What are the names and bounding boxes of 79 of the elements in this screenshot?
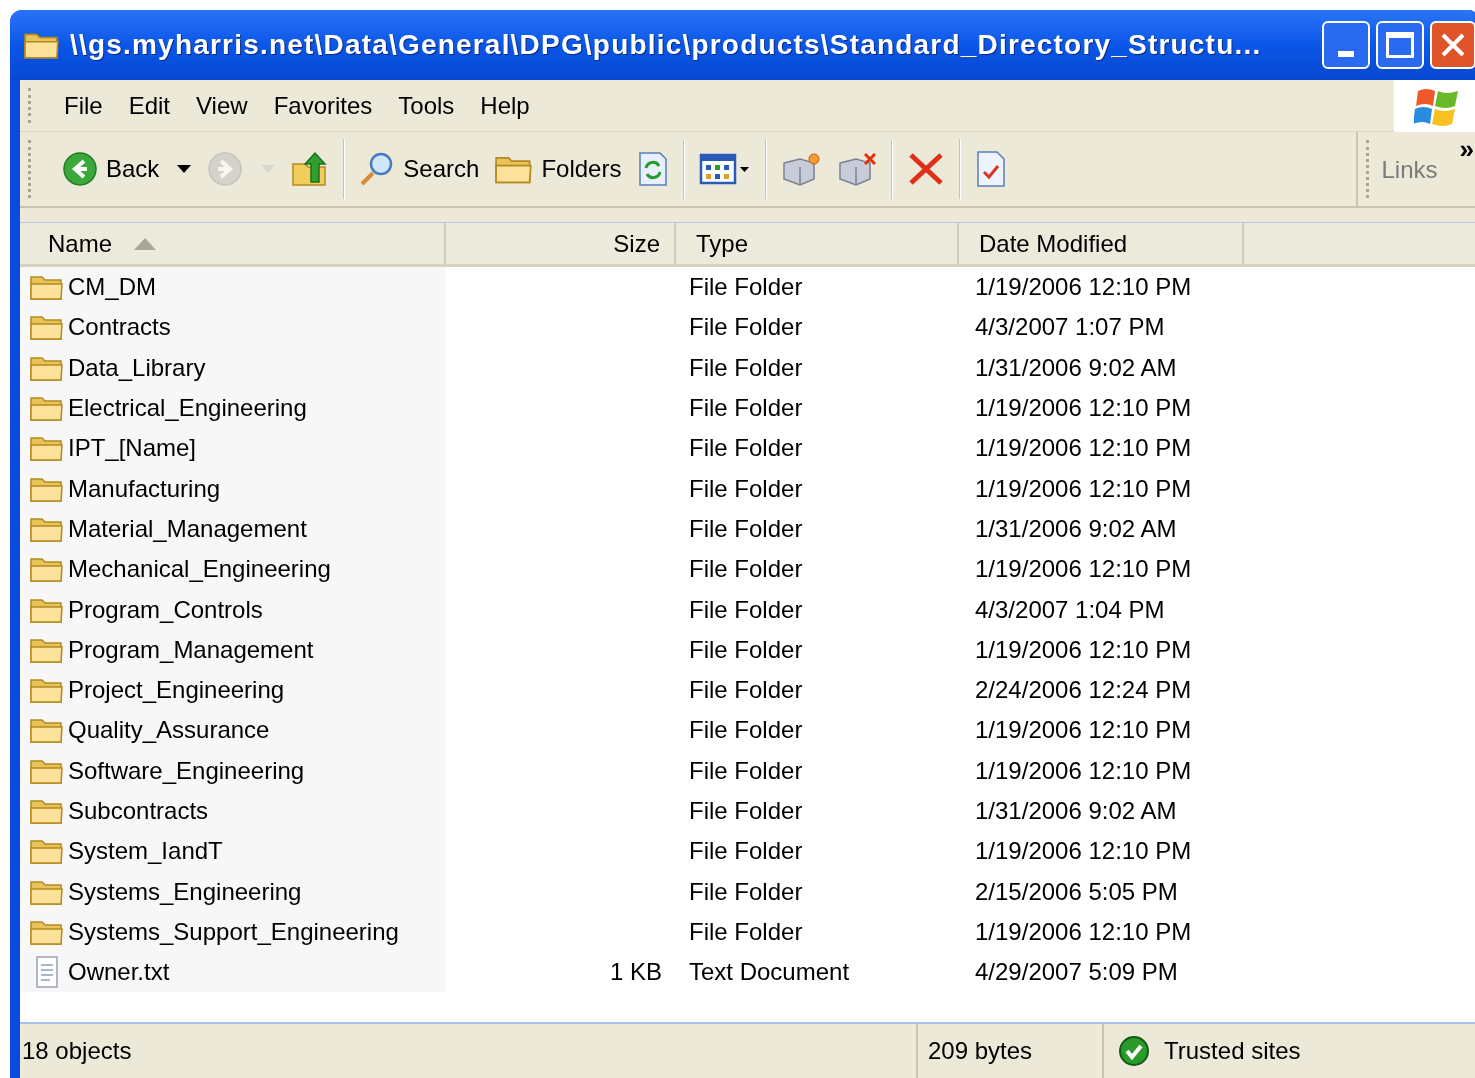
status-text: 209 bytes	[928, 1036, 1033, 1066]
search-button[interactable]: Search	[351, 141, 488, 197]
close-button[interactable]	[1430, 21, 1475, 69]
views-icon	[699, 152, 752, 186]
folder-icon	[30, 676, 64, 705]
folder-icon	[30, 394, 64, 423]
folders-button[interactable]: Folders	[487, 141, 630, 197]
table-cell: File Folder	[689, 273, 803, 301]
table-cell: File Folder	[689, 756, 803, 784]
text-file-icon	[33, 956, 61, 989]
table-cell: 1/31/2006 9:02 AM	[975, 514, 1177, 542]
table-cell: File Folder	[689, 555, 803, 583]
table-cell: File Folder	[689, 635, 803, 663]
table-cell: File Folder	[689, 434, 803, 462]
sort-arrow-icon	[134, 237, 157, 250]
table-cell: 1/19/2006 12:10 PM	[975, 716, 1192, 744]
table-cell: File Folder	[689, 595, 803, 623]
table-cell: 4/29/2007 5:09 PM	[975, 958, 1178, 986]
column-header[interactable]: Type	[676, 223, 959, 264]
folder-icon	[30, 837, 64, 866]
sync-icon	[637, 151, 670, 187]
menu-item[interactable]: Tools	[388, 87, 465, 124]
table-cell: File Folder	[689, 474, 803, 502]
table-cell: 1/19/2006 12:10 PM	[975, 635, 1192, 663]
table-cell: File Folder	[689, 313, 803, 341]
chevron-button[interactable]: »	[1459, 136, 1474, 162]
window-title: \\gs.myharris.net\Data\General\DPG\public\products\Standard_Directory_Structu...	[70, 28, 1262, 62]
table-cell: File Folder	[689, 877, 803, 905]
table-cell: File Folder	[689, 394, 803, 422]
menu-item[interactable]: Edit	[118, 87, 181, 124]
table-cell: 1/31/2006 9:02 AM	[975, 797, 1177, 824]
minimize-button[interactable]	[1322, 21, 1370, 69]
column-header[interactable]: Date Modified	[959, 223, 1244, 264]
file-name[interactable]: CM_DM	[68, 269, 156, 306]
column-header[interactable]: Size	[446, 223, 676, 264]
table-cell: 4/3/2007 1:07 PM	[975, 313, 1165, 341]
table-cell: 1/19/2006 12:10 PM	[975, 837, 1192, 865]
copy-to-icon	[837, 151, 878, 187]
table-cell: File Folder	[689, 716, 803, 744]
table-cell: 2/15/2006 5:05 PM	[975, 877, 1178, 905]
table-cell-text: 1 KB	[609, 957, 662, 988]
table-cell: File Folder	[689, 353, 803, 381]
table-cell: 1/19/2006 12:10 PM	[975, 555, 1192, 583]
table-cell: 4/3/2007 1:04 PM	[975, 595, 1165, 623]
table-cell: File Folder	[689, 797, 803, 824]
table-cell: File Folder	[689, 917, 803, 945]
move-to-icon	[781, 151, 822, 187]
folder-icon	[30, 797, 64, 825]
table-cell: 1/19/2006 12:10 PM	[975, 273, 1192, 301]
table-cell: 1/19/2006 12:10 PM	[975, 474, 1192, 502]
table-cell: 1/19/2006 12:10 PM	[975, 917, 1192, 945]
menu-item[interactable]: View	[186, 87, 258, 124]
table-cell: 1/19/2006 12:10 PM	[975, 434, 1192, 462]
dropdown-caret-icon	[177, 165, 192, 173]
column-header[interactable]: Name	[20, 223, 446, 264]
folder-icon	[30, 313, 64, 342]
close-icon	[1440, 32, 1466, 58]
folder-icon	[30, 434, 64, 463]
folder-icon	[30, 716, 64, 745]
menu-item[interactable]: Help	[470, 87, 540, 124]
back-button[interactable]: Back	[54, 141, 200, 197]
table-cell: 1/19/2006 12:10 PM	[975, 394, 1192, 422]
folder-icon	[30, 555, 64, 584]
check-circle-icon	[1118, 1035, 1150, 1067]
menu-item[interactable]: Favorites	[263, 87, 383, 124]
table-cell: Text Document	[689, 958, 850, 986]
security-zone: Trusted sites	[1164, 1036, 1301, 1066]
table-cell: 2/24/2006 12:24 PM	[975, 676, 1192, 704]
status-text: 18 objects	[22, 1036, 132, 1066]
properties-icon	[975, 150, 1008, 188]
table-cell: 1/31/2006 9:02 AM	[975, 353, 1177, 381]
table-cell: File Folder	[689, 837, 803, 865]
maximize-button[interactable]	[1376, 21, 1424, 69]
links-label: Links	[1381, 155, 1438, 185]
table-cell: File Folder	[689, 514, 803, 542]
menu-item[interactable]: File	[54, 87, 113, 124]
folder-icon	[30, 273, 64, 302]
table-cell: 1/19/2006 12:10 PM	[975, 756, 1192, 784]
table-cell: File Folder	[689, 676, 803, 704]
